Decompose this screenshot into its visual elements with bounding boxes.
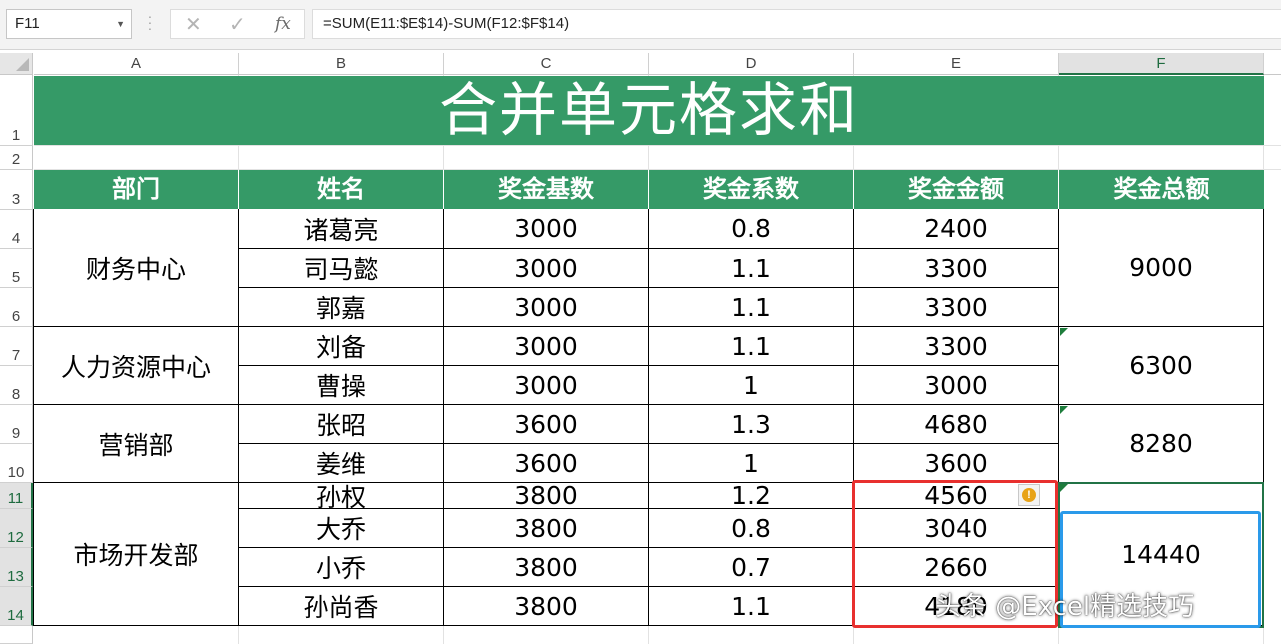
base-cell[interactable]: 3000 bbox=[444, 327, 649, 366]
base-cell[interactable]: 3000 bbox=[444, 366, 649, 405]
name-box-value: F11 bbox=[15, 15, 40, 32]
name-cell[interactable]: 诸葛亮 bbox=[239, 209, 444, 249]
coefficient-cell[interactable]: 1.1 bbox=[649, 587, 854, 626]
name-cell[interactable]: 曹操 bbox=[239, 366, 444, 405]
department-cell[interactable]: 人力资源中心 bbox=[33, 327, 239, 405]
row-header-14[interactable]: 14 bbox=[0, 587, 33, 626]
row-header-8[interactable]: 8 bbox=[0, 366, 33, 405]
column-header-a[interactable]: A bbox=[34, 53, 239, 75]
formula-buttons: ✕ ✓ fx bbox=[170, 9, 305, 39]
cancel-icon[interactable]: ✕ bbox=[185, 12, 202, 37]
row-header-9[interactable]: 9 bbox=[0, 405, 33, 444]
column-header-f[interactable]: F bbox=[1059, 53, 1264, 75]
insert-function-icon[interactable]: fx bbox=[275, 14, 291, 34]
header-bonus-base[interactable]: 奖金基数 bbox=[444, 170, 649, 209]
base-cell[interactable]: 3000 bbox=[444, 249, 649, 288]
header-bonus-coefficient[interactable]: 奖金系数 bbox=[649, 170, 854, 209]
row-header-11[interactable]: 11 bbox=[0, 483, 33, 509]
row-header-4[interactable]: 4 bbox=[0, 210, 33, 249]
coefficient-cell[interactable]: 0.7 bbox=[649, 548, 854, 587]
select-all-button[interactable] bbox=[0, 53, 33, 75]
row-header-3[interactable]: 3 bbox=[0, 170, 33, 210]
row-header-12[interactable]: 12 bbox=[0, 509, 33, 548]
error-warning-icon[interactable]: ! bbox=[1018, 484, 1040, 506]
department-cell[interactable]: 市场开发部 bbox=[33, 483, 239, 626]
header-bonus-amount[interactable]: 奖金金额 bbox=[854, 170, 1059, 209]
total-cell[interactable]: 9000 bbox=[1059, 209, 1264, 327]
base-cell[interactable]: 3000 bbox=[444, 209, 649, 249]
drag-handle-icon[interactable]: · · · bbox=[147, 9, 153, 35]
row-header-7[interactable]: 7 bbox=[0, 327, 33, 366]
enter-icon[interactable]: ✓ bbox=[229, 12, 246, 37]
formula-indicator-icon bbox=[1060, 328, 1068, 336]
name-cell[interactable]: 大乔 bbox=[239, 509, 444, 548]
department-cell[interactable]: 财务中心 bbox=[33, 209, 239, 327]
amount-cell[interactable]: 4680 bbox=[854, 405, 1059, 444]
column-header-e[interactable]: E bbox=[854, 53, 1059, 75]
name-cell[interactable]: 张昭 bbox=[239, 405, 444, 444]
amount-cell[interactable]: 3300 bbox=[854, 327, 1059, 366]
row-header-6[interactable]: 6 bbox=[0, 288, 33, 327]
header-bonus-total[interactable]: 奖金总额 bbox=[1059, 170, 1264, 209]
base-cell[interactable]: 3800 bbox=[444, 548, 649, 587]
base-cell[interactable]: 3800 bbox=[444, 509, 649, 548]
coefficient-cell[interactable]: 1.1 bbox=[649, 249, 854, 288]
name-cell[interactable]: 孙权 bbox=[239, 483, 444, 512]
total-cell[interactable]: 8280 bbox=[1059, 405, 1264, 483]
chevron-down-icon[interactable]: ▼ bbox=[116, 10, 125, 38]
select-all-icon bbox=[16, 58, 29, 71]
name-cell[interactable]: 孙尚香 bbox=[239, 587, 444, 626]
coefficient-cell[interactable]: 1.3 bbox=[649, 405, 854, 444]
header-name[interactable]: 姓名 bbox=[239, 170, 444, 209]
department-cell[interactable]: 营销部 bbox=[33, 405, 239, 483]
coefficient-cell[interactable]: 1.2 bbox=[649, 481, 854, 510]
amount-cell[interactable]: 3600 bbox=[854, 444, 1059, 483]
name-cell[interactable]: 刘备 bbox=[239, 327, 444, 366]
header-department[interactable]: 部门 bbox=[34, 170, 239, 209]
amount-cell[interactable]: 2400 bbox=[854, 209, 1059, 249]
coefficient-cell[interactable]: 1 bbox=[649, 444, 854, 483]
base-cell[interactable]: 3800 bbox=[444, 587, 649, 626]
coefficient-cell[interactable]: 0.8 bbox=[649, 209, 854, 249]
column-header-b[interactable]: B bbox=[239, 53, 444, 75]
name-cell[interactable]: 司马懿 bbox=[239, 249, 444, 288]
formula-bar: F11 ▼ · · · ✕ ✓ fx =SUM(E11:$E$14)-SUM(F12… bbox=[0, 0, 1281, 50]
name-cell[interactable]: 小乔 bbox=[239, 548, 444, 587]
row-header-1[interactable]: 1 bbox=[0, 75, 33, 146]
coefficient-cell[interactable]: 1.1 bbox=[649, 288, 854, 327]
formula-indicator-icon bbox=[1060, 406, 1068, 414]
name-box[interactable]: F11 ▼ bbox=[6, 9, 132, 39]
row-header-10[interactable]: 10 bbox=[0, 444, 33, 483]
base-cell[interactable]: 3600 bbox=[444, 405, 649, 444]
formula-input[interactable]: =SUM(E11:$E$14)-SUM(F12:$F$14) bbox=[312, 9, 1281, 39]
base-cell[interactable]: 3800 bbox=[444, 481, 649, 510]
column-header-g[interactable] bbox=[1264, 53, 1281, 75]
base-cell[interactable]: 3600 bbox=[444, 444, 649, 483]
coefficient-cell[interactable]: 1.1 bbox=[649, 327, 854, 366]
base-cell[interactable]: 3000 bbox=[444, 288, 649, 327]
name-cell[interactable]: 郭嘉 bbox=[239, 288, 444, 327]
coefficient-cell[interactable]: 1 bbox=[649, 366, 854, 405]
row-header-15[interactable] bbox=[0, 626, 33, 644]
row-header-5[interactable]: 5 bbox=[0, 249, 33, 288]
row-header-13[interactable]: 13 bbox=[0, 548, 33, 587]
amount-cell[interactable]: 3300 bbox=[854, 249, 1059, 288]
column-header-c[interactable]: C bbox=[444, 53, 649, 75]
row-header-2[interactable]: 2 bbox=[0, 146, 33, 170]
amount-cell[interactable]: 3300 bbox=[854, 288, 1059, 327]
watermark: 头条 @Excel精选技巧 bbox=[935, 592, 1195, 622]
total-cell[interactable]: 6300 bbox=[1059, 327, 1264, 405]
amount-cell[interactable]: 3000 bbox=[854, 366, 1059, 405]
sheet-title[interactable]: 合并单元格求和 bbox=[34, 76, 1264, 145]
coefficient-cell[interactable]: 0.8 bbox=[649, 509, 854, 548]
column-header-d[interactable]: D bbox=[649, 53, 854, 75]
